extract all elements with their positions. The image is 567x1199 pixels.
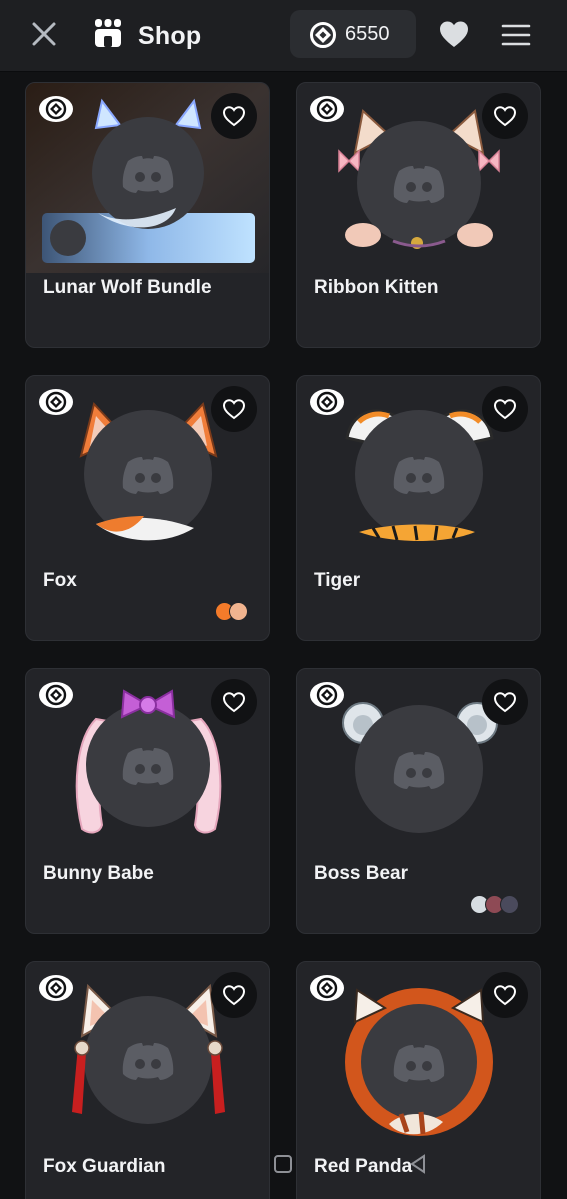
product-card[interactable]: Ribbon Kitten bbox=[296, 82, 541, 348]
product-name: Fox Guardian bbox=[43, 1156, 166, 1177]
product-name: Bunny Babe bbox=[43, 863, 154, 884]
orb-icon bbox=[310, 22, 336, 48]
heart-outline-icon bbox=[493, 106, 517, 127]
product-card[interactable]: Tiger bbox=[296, 375, 541, 641]
heart-icon bbox=[440, 21, 468, 47]
heart-outline-icon bbox=[493, 985, 517, 1006]
heart-outline-icon bbox=[222, 985, 246, 1006]
orb-price-icon bbox=[39, 389, 73, 415]
product-name: Lunar Wolf Bundle bbox=[43, 277, 212, 298]
product-name: Tiger bbox=[314, 570, 361, 591]
product-card[interactable]: Lunar Wolf Bundle bbox=[25, 82, 270, 348]
system-back-icon[interactable] bbox=[408, 1154, 428, 1174]
menu-button[interactable] bbox=[500, 20, 532, 50]
system-home-icon[interactable] bbox=[273, 1154, 293, 1174]
heart-outline-icon bbox=[222, 106, 246, 127]
orb-balance-count: 6550 bbox=[345, 23, 390, 45]
product-card[interactable]: Bunny Babe bbox=[25, 668, 270, 934]
orb-price-icon bbox=[39, 682, 73, 708]
favorite-button[interactable] bbox=[482, 93, 528, 139]
color-variant-swatch[interactable] bbox=[500, 895, 519, 914]
favorite-button[interactable] bbox=[211, 679, 257, 725]
shop-icon bbox=[92, 17, 124, 49]
heart-outline-icon bbox=[222, 692, 246, 713]
favorite-button[interactable] bbox=[482, 972, 528, 1018]
product-card[interactable]: Fox Guardian bbox=[25, 961, 270, 1199]
favorite-button[interactable] bbox=[211, 386, 257, 432]
orb-price-icon bbox=[39, 975, 73, 1001]
top-bar: Shop 6550 bbox=[0, 0, 567, 72]
color-variant-swatch[interactable] bbox=[229, 602, 248, 621]
product-grid: Lunar Wolf Bundle Ribbon Kitten Fox Tige… bbox=[0, 72, 567, 1199]
orb-price-icon bbox=[310, 389, 344, 415]
heart-outline-icon bbox=[493, 399, 517, 420]
color-variants bbox=[470, 895, 522, 915]
heart-outline-icon bbox=[222, 399, 246, 420]
favorite-button[interactable] bbox=[482, 386, 528, 432]
product-card[interactable]: Boss Bear bbox=[296, 668, 541, 934]
orb-price-icon bbox=[310, 682, 344, 708]
heart-outline-icon bbox=[493, 692, 517, 713]
product-name: Ribbon Kitten bbox=[314, 277, 439, 298]
product-name: Boss Bear bbox=[314, 863, 408, 884]
color-variants bbox=[215, 602, 251, 622]
favorite-button[interactable] bbox=[211, 972, 257, 1018]
hamburger-menu-icon bbox=[501, 24, 531, 46]
orb-price-icon bbox=[310, 975, 344, 1001]
wishlist-button[interactable] bbox=[437, 18, 471, 52]
orb-price-icon bbox=[310, 96, 344, 122]
product-name: Red Panda bbox=[314, 1156, 413, 1177]
favorite-button[interactable] bbox=[482, 679, 528, 725]
orb-price-icon bbox=[39, 96, 73, 122]
orb-balance-pill[interactable]: 6550 bbox=[290, 10, 416, 58]
product-name: Fox bbox=[43, 570, 77, 591]
close-button[interactable] bbox=[28, 18, 60, 50]
page-title: Shop bbox=[138, 22, 202, 50]
favorite-button[interactable] bbox=[211, 93, 257, 139]
close-icon bbox=[32, 22, 56, 46]
product-card[interactable]: Fox bbox=[25, 375, 270, 641]
